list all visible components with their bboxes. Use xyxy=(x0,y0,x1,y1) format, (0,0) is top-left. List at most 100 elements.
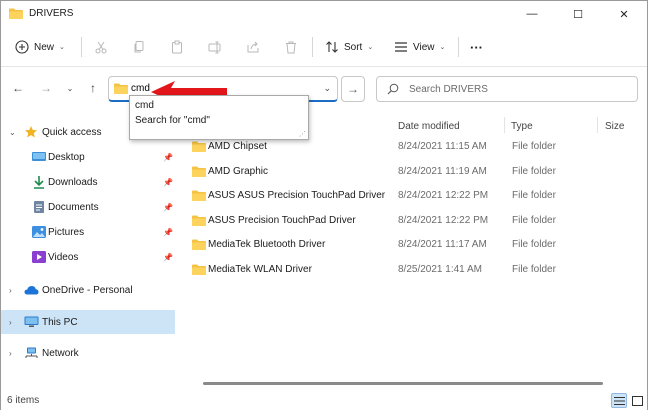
file-name: ASUS ASUS Precision TouchPad Driver xyxy=(208,190,386,201)
sidebar-item-this-pc[interactable]: › This PC xyxy=(1,310,175,334)
file-row[interactable]: MediaTek Bluetooth Driver 8/24/2021 11:17… xyxy=(187,233,637,257)
file-date: 8/24/2021 12:22 PM xyxy=(398,190,489,201)
column-header-size[interactable]: Size xyxy=(605,115,624,137)
folder-icon xyxy=(192,239,206,250)
paste-button[interactable] xyxy=(170,37,184,57)
sort-label: Sort xyxy=(344,41,363,53)
more-options-button[interactable]: ··· xyxy=(470,37,483,57)
sidebar-item-label: Videos xyxy=(48,251,79,263)
cut-button[interactable] xyxy=(94,37,108,57)
file-name: AMD Graphic xyxy=(208,165,269,177)
autocomplete-dropdown: cmd Search for "cmd" ⋰ xyxy=(129,95,309,140)
up-button[interactable]: ↑ xyxy=(85,80,101,96)
file-type: File folder xyxy=(512,263,556,275)
folder-icon xyxy=(192,141,206,152)
sidebar-item-pictures[interactable]: Pictures 📌 xyxy=(1,220,175,244)
details-view-button[interactable] xyxy=(611,393,627,408)
cloud-icon xyxy=(24,286,39,295)
forward-button[interactable]: → xyxy=(38,80,54,96)
back-button[interactable]: ← xyxy=(10,80,26,96)
sidebar-item-onedrive[interactable]: › OneDrive - Personal xyxy=(1,278,175,302)
file-row[interactable]: ASUS Precision TouchPad Driver 8/24/2021 … xyxy=(187,209,637,233)
sidebar-item-label: Documents xyxy=(48,201,99,213)
search-icon xyxy=(387,83,399,95)
suggestion-item[interactable]: cmd xyxy=(135,100,154,111)
file-name: MediaTek Bluetooth Driver xyxy=(208,239,326,250)
new-label: New xyxy=(34,41,55,53)
pin-icon: 📌 xyxy=(163,152,173,162)
sidebar-item-desktop[interactable]: Desktop 📌 xyxy=(1,145,175,169)
column-header-label: Date modified xyxy=(398,120,460,132)
column-header-label: Size xyxy=(605,120,625,132)
divider xyxy=(81,37,82,57)
column-divider[interactable] xyxy=(504,117,505,133)
horizontal-scrollbar[interactable] xyxy=(183,379,645,389)
file-name: AMD Chipset xyxy=(208,141,267,152)
search-box[interactable]: Search DRIVERS xyxy=(376,76,638,102)
resize-grip-icon[interactable]: ⋰ xyxy=(299,130,306,138)
pin-icon: 📌 xyxy=(163,202,173,212)
file-date: 8/24/2021 11:15 AM xyxy=(398,141,487,152)
new-button[interactable]: New ⌄ xyxy=(15,37,65,57)
view-button[interactable]: View ⌄ xyxy=(394,37,445,57)
sidebar-item-videos[interactable]: Videos 📌 xyxy=(1,245,175,269)
sidebar-item-downloads[interactable]: Downloads 📌 xyxy=(1,170,175,194)
file-row[interactable]: AMD Graphic 8/24/2021 11:19 AM File folder xyxy=(187,160,637,184)
rename-button[interactable] xyxy=(208,37,222,57)
scrollbar-thumb[interactable] xyxy=(203,382,603,385)
pin-icon: 📌 xyxy=(163,227,173,237)
sidebar-item-label: Desktop xyxy=(48,151,85,163)
column-header-date[interactable]: Date modified xyxy=(398,115,460,137)
recent-locations-button[interactable]: ⌄ xyxy=(62,80,78,96)
sidebar-item-network[interactable]: › Network xyxy=(1,341,175,365)
chevron-down-icon: ⌄ xyxy=(367,44,374,51)
column-divider[interactable] xyxy=(597,117,598,133)
file-type: File folder xyxy=(512,239,556,250)
arrow-up-icon: ↑ xyxy=(90,81,96,95)
folder-icon xyxy=(192,166,206,177)
close-icon: ✕ xyxy=(619,8,629,21)
chevron-right-icon[interactable]: › xyxy=(9,349,12,358)
folder-icon xyxy=(192,215,206,226)
chevron-right-icon[interactable]: › xyxy=(9,286,12,295)
folder-icon xyxy=(192,190,206,201)
column-header-type[interactable]: Type xyxy=(511,115,533,137)
delete-button[interactable] xyxy=(284,37,298,57)
chevron-down-icon[interactable]: ⌄ xyxy=(323,83,331,94)
sidebar-item-label: Downloads xyxy=(48,176,98,188)
column-header-label: Type xyxy=(511,120,533,132)
sidebar-item-documents[interactable]: Documents 📌 xyxy=(1,195,175,219)
minimize-button[interactable]: — xyxy=(509,1,555,27)
sidebar-item-label: OneDrive - Personal xyxy=(42,284,133,296)
sidebar-item-label: This PC xyxy=(42,316,78,328)
copy-button[interactable] xyxy=(132,37,146,57)
network-icon xyxy=(25,347,38,358)
arrow-left-icon: ← xyxy=(12,81,24,95)
maximize-button[interactable]: ☐ xyxy=(555,1,601,27)
folder-icon xyxy=(9,8,23,19)
file-name: ASUS Precision TouchPad Driver xyxy=(208,214,356,226)
folder-icon xyxy=(114,83,128,94)
status-bar: 6 items xyxy=(1,391,647,410)
arrow-right-icon: → xyxy=(347,82,359,96)
go-button[interactable]: → xyxy=(341,76,365,102)
sort-button[interactable]: Sort ⌄ xyxy=(325,37,373,57)
file-row[interactable]: MediaTek WLAN Driver 8/25/2021 1:41 AM Fil… xyxy=(187,258,637,282)
close-button[interactable]: ✕ xyxy=(601,1,647,27)
chevron-right-icon[interactable]: › xyxy=(9,318,12,327)
chevron-down-icon[interactable]: ⌄ xyxy=(9,128,16,137)
large-icons-view-button[interactable] xyxy=(629,393,645,408)
file-row[interactable]: ASUS ASUS Precision TouchPad Driver 8/24/… xyxy=(187,184,637,208)
pin-icon: 📌 xyxy=(163,177,173,187)
copy-icon xyxy=(134,41,144,53)
pictures-icon xyxy=(32,226,46,238)
scissors-icon xyxy=(95,41,107,54)
address-input[interactable]: cmd xyxy=(131,83,150,94)
clipboard-icon xyxy=(172,40,182,54)
suggestion-item[interactable]: Search for "cmd" xyxy=(135,115,210,126)
videos-icon xyxy=(32,251,46,263)
pin-icon: 📌 xyxy=(163,252,173,262)
minimize-icon: — xyxy=(526,8,538,20)
file-date: 8/24/2021 11:17 AM xyxy=(398,239,487,250)
share-button[interactable] xyxy=(246,37,260,57)
